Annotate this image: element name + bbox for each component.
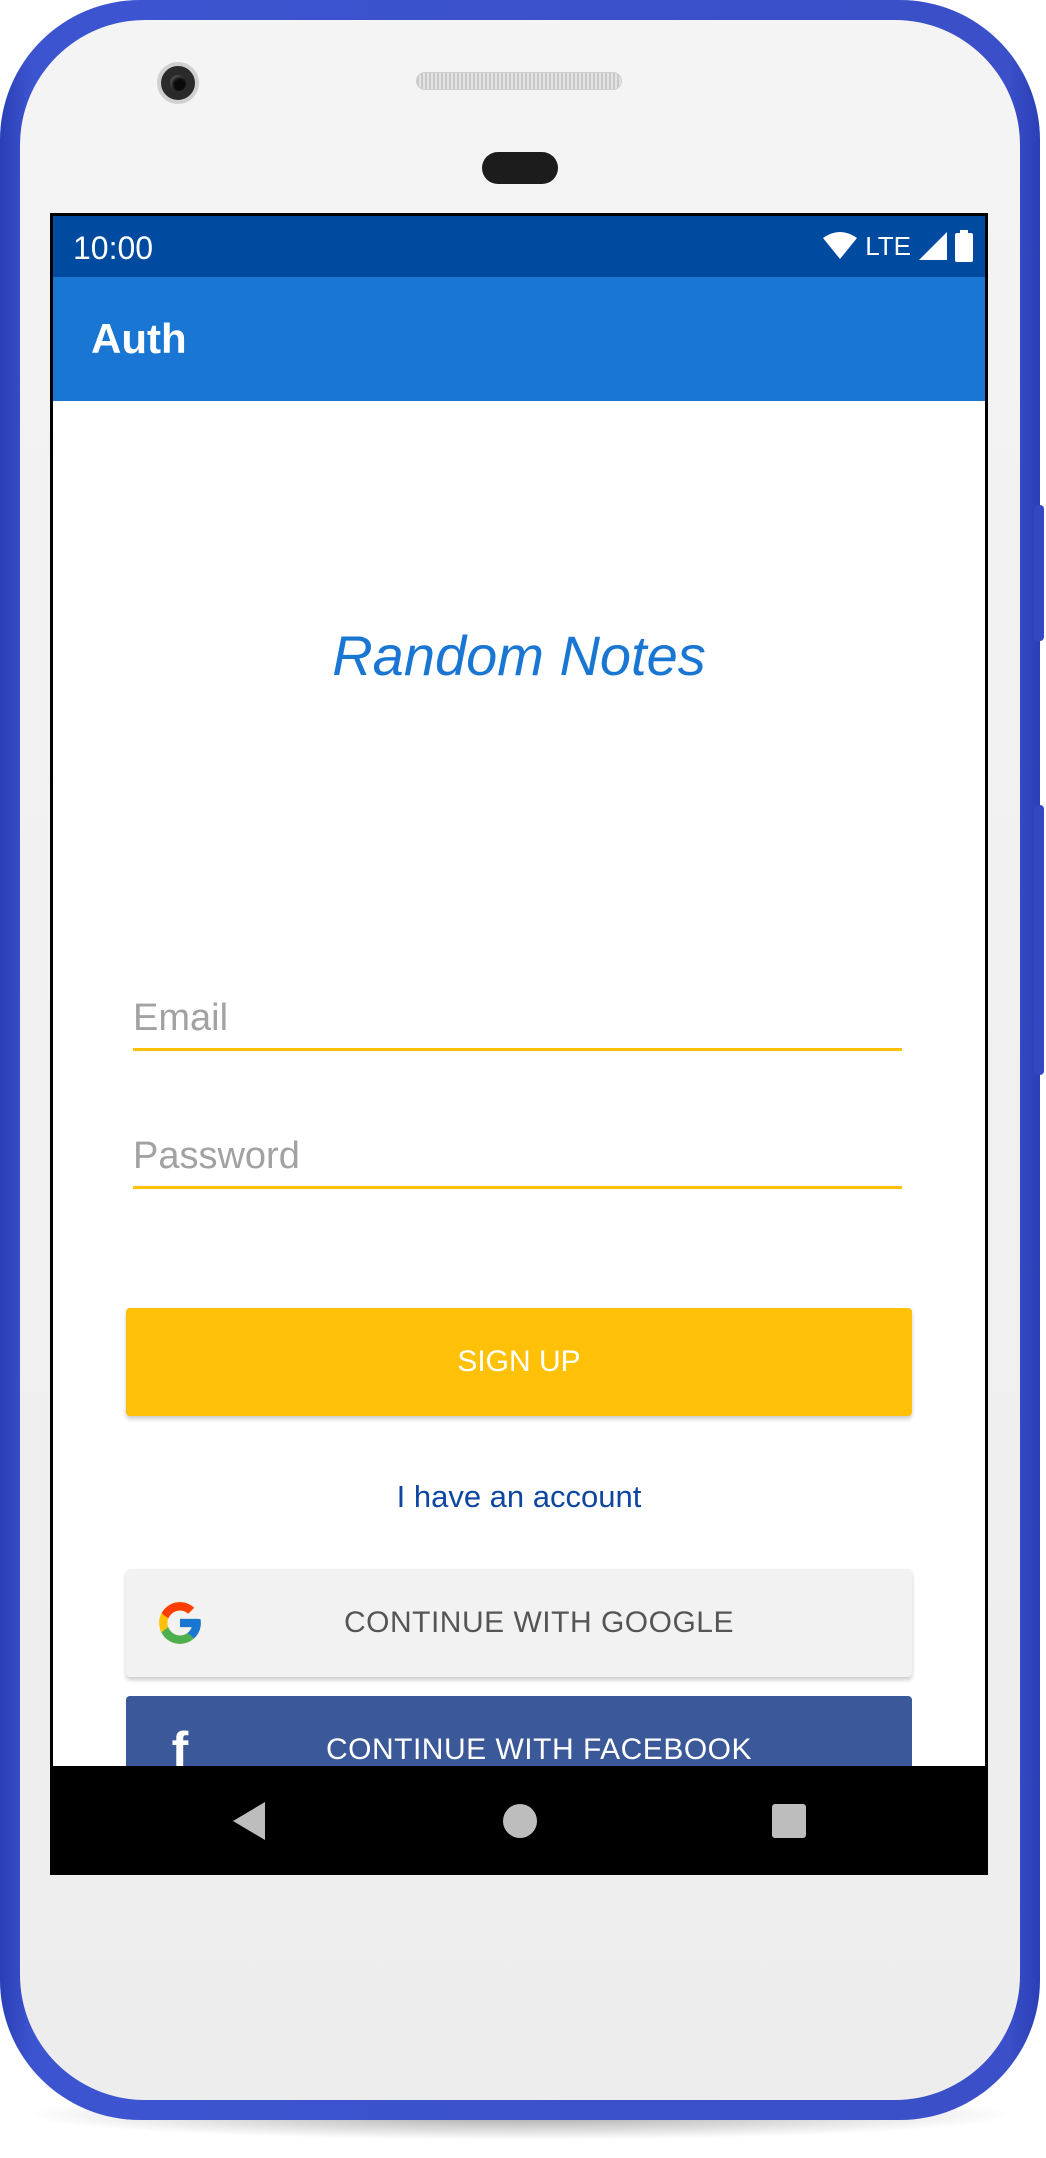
app-bar: Auth	[53, 277, 985, 401]
status-icons: LTE	[823, 228, 973, 264]
email-field[interactable]	[133, 997, 902, 1040]
password-field-container	[133, 1109, 902, 1189]
front-camera	[157, 62, 199, 104]
facebook-button-label: CONTINUE WITH FACEBOOK	[325, 1733, 753, 1766]
wifi-icon	[823, 232, 858, 259]
brand-title: Random Notes	[332, 624, 706, 687]
sign-up-button[interactable]: SIGN UP	[126, 1308, 912, 1416]
navigation-bar	[50, 1766, 988, 1875]
google-button-label: CONTINUE WITH GOOGLE	[343, 1606, 734, 1639]
recents-icon[interactable]	[772, 1804, 806, 1838]
network-type-label: LTE	[865, 230, 911, 261]
email-field-container	[133, 971, 902, 1051]
have-account-link[interactable]: I have an account	[53, 1479, 985, 1515]
earpiece-speaker	[416, 72, 622, 90]
back-icon[interactable]	[233, 1802, 265, 1840]
status-time: 10:00	[73, 230, 154, 266]
power-button	[1034, 505, 1044, 641]
status-bar: 10:00 LTE	[53, 216, 985, 277]
volume-button	[1034, 805, 1044, 1075]
battery-icon	[955, 230, 973, 262]
sign-up-label: SIGN UP	[457, 1345, 581, 1378]
password-field[interactable]	[133, 1135, 902, 1178]
cell-signal-icon	[919, 232, 947, 260]
proximity-sensor	[482, 152, 558, 184]
app-title: Auth	[91, 315, 187, 362]
continue-with-google-button[interactable]: CONTINUE WITH GOOGLE	[126, 1569, 912, 1677]
home-icon[interactable]	[503, 1804, 537, 1838]
device-screen: 10:00 LTE Auth Random Notes SIGN UP I ha…	[50, 213, 988, 1875]
google-icon	[154, 1597, 206, 1649]
auth-content: Random Notes SIGN UP I have an account C…	[53, 401, 985, 1804]
